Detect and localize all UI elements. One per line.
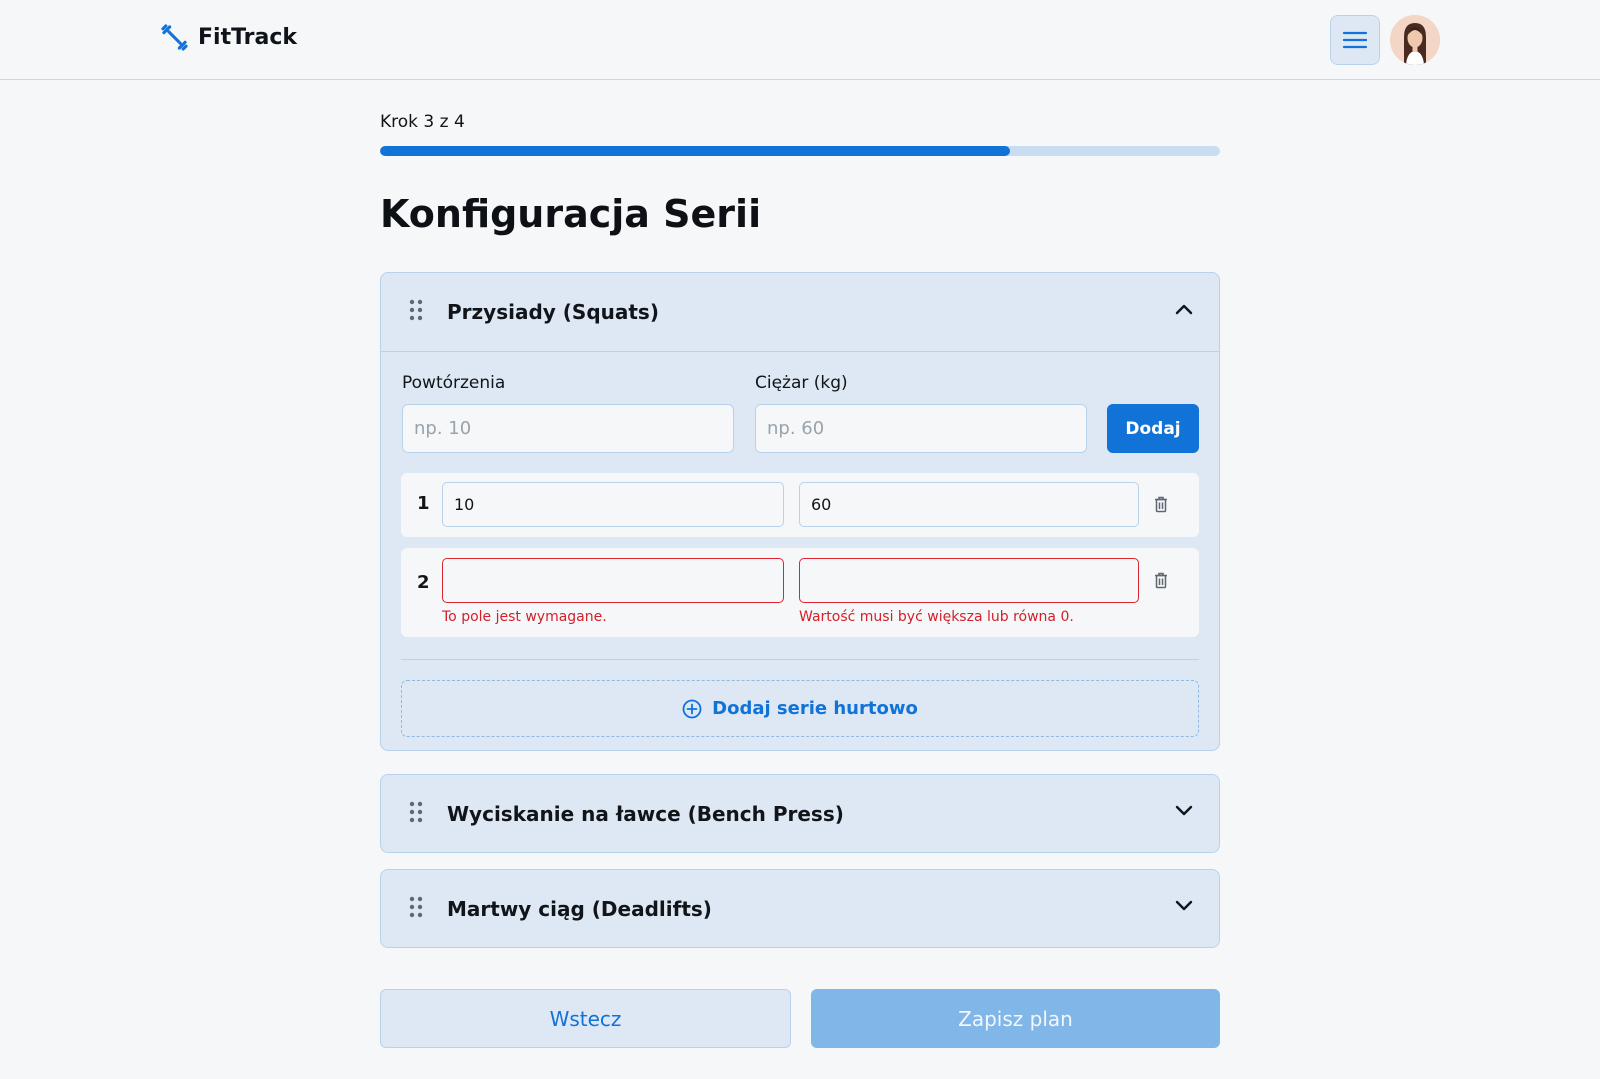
trash-icon[interactable] [1154, 496, 1168, 513]
reps-label: Powtórzenia [402, 373, 506, 393]
trash-icon[interactable] [1154, 572, 1168, 589]
brand[interactable]: FitTrack [161, 24, 297, 51]
section-divider [401, 659, 1199, 660]
save-plan-button[interactable]: Zapisz plan [811, 989, 1220, 1048]
set-weight-input[interactable] [799, 558, 1139, 603]
reps-error-text: To pole jest wymagane. [442, 609, 607, 625]
plus-circle-icon [682, 699, 702, 718]
hamburger-icon [1342, 31, 1368, 49]
add-set-button[interactable]: Dodaj [1107, 404, 1199, 453]
drag-handle-icon[interactable] [409, 299, 423, 321]
page-title: Konfiguracja Serii [380, 192, 762, 236]
app-name: FitTrack [198, 25, 298, 50]
drag-handle-icon[interactable] [409, 896, 423, 918]
exercise-header-bench-press[interactable]: Wyciskanie na ławce (Bench Press) [381, 775, 1219, 853]
exercise-title: Przysiady (Squats) [447, 300, 659, 324]
exercise-card-bench-press: Wyciskanie na ławce (Bench Press) [380, 774, 1220, 853]
set-reps-input[interactable] [442, 482, 784, 527]
top-bar: FitTrack [0, 0, 1600, 80]
set-weight-input[interactable] [799, 482, 1139, 527]
weight-error-text: Wartość musi być większa lub równa 0. [799, 609, 1074, 625]
menu-button[interactable] [1330, 15, 1380, 65]
set-row: 1 [401, 473, 1199, 537]
set-number: 1 [417, 493, 430, 514]
exercise-body: Powtórzenia Ciężar (kg) Dodaj 1 2 To pol… [381, 352, 1219, 752]
avatar-portrait-icon [1390, 15, 1440, 65]
drag-handle-icon[interactable] [409, 801, 423, 823]
bulk-add-sets-button[interactable]: Dodaj serie hurtowo [401, 680, 1199, 737]
progress-bar-fill [380, 146, 1010, 156]
step-label: Krok 3 z 4 [380, 112, 465, 132]
chevron-up-icon[interactable] [1175, 303, 1193, 315]
set-reps-input[interactable] [442, 558, 784, 603]
exercise-card-deadlifts: Martwy ciąg (Deadlifts) [380, 869, 1220, 948]
exercise-title: Wyciskanie na ławce (Bench Press) [447, 802, 844, 826]
weight-label: Ciężar (kg) [755, 373, 848, 393]
dumbbell-icon [161, 24, 188, 51]
weight-input[interactable] [755, 404, 1087, 453]
bulk-add-label: Dodaj serie hurtowo [712, 698, 918, 719]
user-avatar[interactable] [1390, 15, 1440, 65]
chevron-down-icon[interactable] [1175, 900, 1193, 912]
progress-bar [380, 146, 1220, 156]
exercise-header-deadlifts[interactable]: Martwy ciąg (Deadlifts) [381, 870, 1219, 948]
exercise-title: Martwy ciąg (Deadlifts) [447, 897, 712, 921]
exercise-header-squats[interactable]: Przysiady (Squats) [381, 273, 1219, 351]
back-button[interactable]: Wstecz [380, 989, 791, 1048]
exercise-card-squats: Przysiady (Squats) Powtórzenia Ciężar (k… [380, 272, 1220, 751]
chevron-down-icon[interactable] [1175, 805, 1193, 817]
reps-input[interactable] [402, 404, 734, 453]
set-row: 2 To pole jest wymagane. Wartość musi by… [401, 548, 1199, 637]
set-number: 2 [417, 572, 430, 593]
